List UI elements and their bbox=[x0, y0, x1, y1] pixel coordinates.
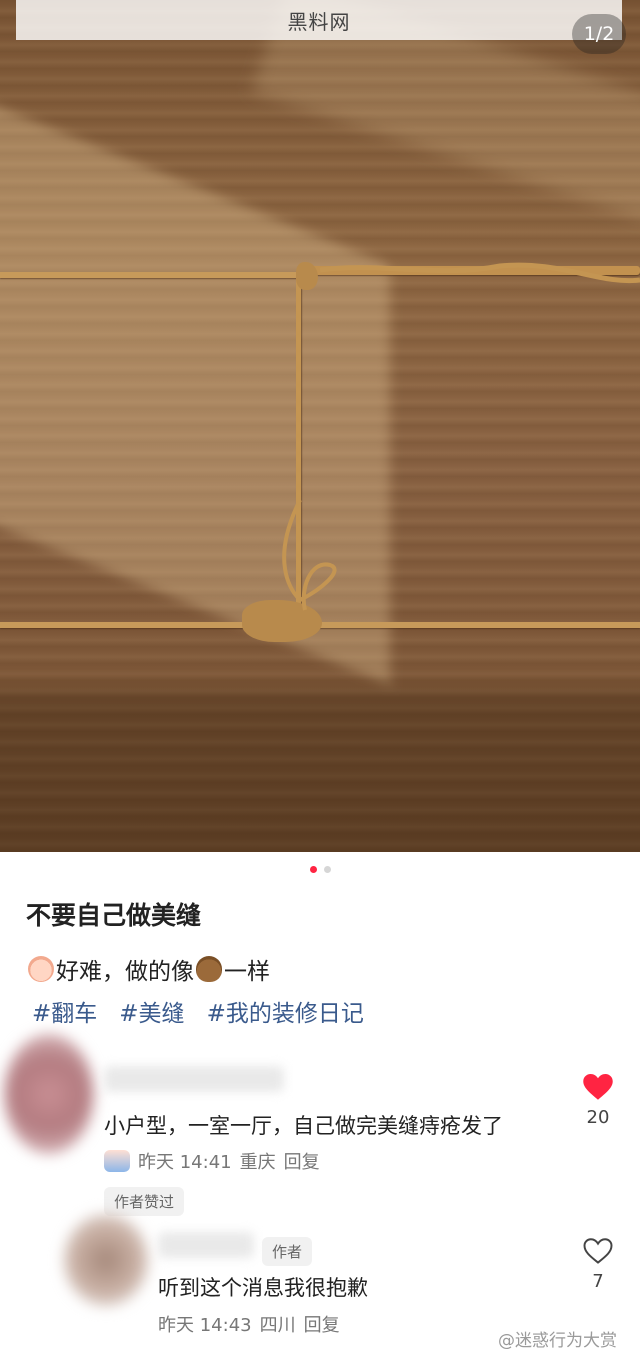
site-title: 黑料网 bbox=[287, 9, 351, 34]
author-liked-badge: 作者赞过 bbox=[104, 1187, 185, 1216]
avatar[interactable] bbox=[64, 1214, 148, 1306]
heart-outline-icon bbox=[578, 1238, 618, 1265]
hashtag-link[interactable]: #我的装修日记 bbox=[207, 994, 364, 1028]
like-button[interactable]: 7 bbox=[578, 1238, 618, 1292]
commenter-name-redacted bbox=[104, 1066, 284, 1092]
reply-link[interactable]: 回复 bbox=[284, 1148, 320, 1174]
comment-time: 昨天 14:43 bbox=[158, 1315, 252, 1336]
carousel-dot-active[interactable] bbox=[309, 866, 317, 873]
desc-text-1: 好难，做的像 bbox=[56, 959, 194, 985]
desc-text-2: 一样 bbox=[224, 959, 270, 985]
comment-meta: 昨天 14:41 重庆 回复 bbox=[104, 1148, 320, 1174]
like-count: 20 bbox=[586, 1107, 610, 1128]
avatar[interactable] bbox=[4, 1034, 94, 1154]
post-photo[interactable]: 黑料网 1/2 bbox=[0, 0, 640, 852]
carousel-dots bbox=[0, 866, 640, 873]
comment-time: 昨天 14:41 bbox=[138, 1152, 232, 1173]
carousel-dot[interactable] bbox=[323, 866, 331, 873]
commenter-badge-icon bbox=[104, 1150, 130, 1172]
weibo-watermark: @迷惑行为大赏 bbox=[498, 1331, 617, 1351]
comment-meta: 昨天 14:43 四川 回复 bbox=[158, 1311, 340, 1337]
hashtag-link[interactable]: #美缝 bbox=[119, 994, 184, 1028]
like-count: 7 bbox=[592, 1271, 604, 1292]
commenter-name-redacted bbox=[158, 1232, 254, 1258]
comment-text: 听到这个消息我很抱歉 bbox=[158, 1276, 368, 1300]
like-button[interactable]: 20 bbox=[578, 1074, 618, 1128]
post-description: 好难，做的像 一样 bbox=[26, 952, 270, 986]
author-tag: 作者 bbox=[262, 1237, 313, 1266]
comment-location: 重庆 bbox=[239, 1152, 276, 1173]
reply-link[interactable]: 回复 bbox=[304, 1311, 340, 1337]
poop-icon bbox=[196, 956, 222, 982]
image-counter: 1/2 bbox=[572, 14, 626, 54]
post-title: 不要自己做美缝 bbox=[26, 901, 202, 930]
comment-text: 小户型，一室一厅，自己做完美缝痔疮发了 bbox=[104, 1114, 503, 1138]
site-title-bar: 黑料网 bbox=[16, 0, 622, 40]
grout-squiggle bbox=[282, 262, 640, 611]
hashtag-link[interactable]: #翻车 bbox=[32, 994, 97, 1028]
hashtag-list: #翻车 #美缝 #我的装修日记 bbox=[32, 994, 364, 1028]
heart-filled-icon bbox=[578, 1074, 618, 1101]
baby-face-icon bbox=[28, 956, 54, 982]
comment-location: 四川 bbox=[259, 1315, 296, 1336]
